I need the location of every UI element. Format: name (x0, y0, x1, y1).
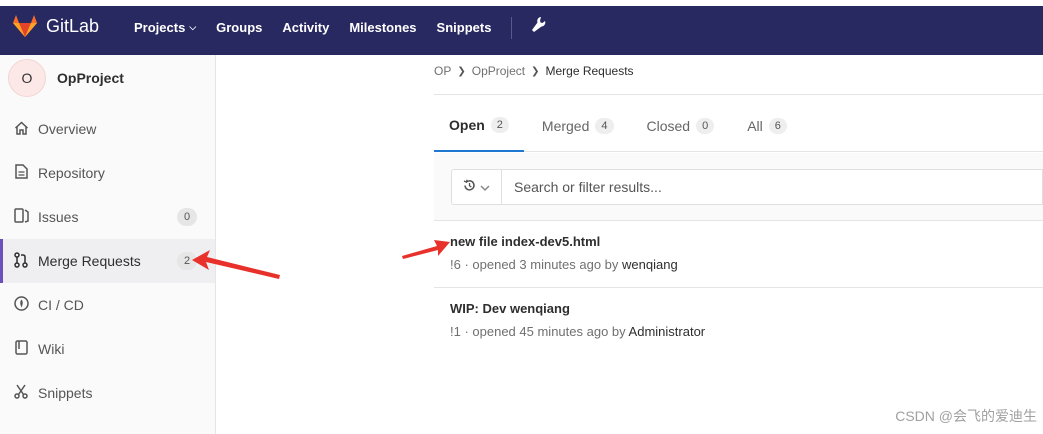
nav-divider (511, 16, 513, 39)
annotation-arrow-list (402, 240, 450, 259)
sidebar-item-snippets[interactable]: Snippets (0, 371, 215, 415)
breadcrumb-group[interactable]: OP (434, 64, 451, 78)
watermark: CSDN @会飞的爱迪生 (895, 408, 1037, 424)
merge-request-meta: !1 · opened 45 minutes ago by Administra… (450, 324, 706, 339)
document-icon (12, 164, 30, 182)
fox-logo-icon (13, 15, 37, 37)
merge-request-author[interactable]: Administrator (629, 324, 706, 339)
merge-request-title[interactable]: new file index-dev5.html (450, 234, 600, 249)
merge-request-author[interactable]: wenqiang (622, 257, 678, 272)
search-input[interactable] (502, 171, 1022, 203)
chevron-right-icon: ❯ (531, 65, 540, 77)
chevron-down-icon: ⌵ (189, 22, 197, 32)
merge-request-ref: !1 (450, 324, 461, 339)
brand-name: GitLab (46, 15, 100, 36)
sidebar-item-merge-requests[interactable]: Merge Requests 2 (0, 239, 215, 283)
tab-count-badge: 2 (490, 117, 509, 133)
issues-icon (12, 208, 30, 226)
project-header[interactable]: O OpProject (8, 59, 124, 97)
nav-milestones[interactable]: Milestones (349, 20, 416, 35)
list-item: WIP: Dev wenqiang !1 · opened 45 minutes… (434, 289, 1043, 355)
sidebar-item-label: Merge Requests (38, 253, 141, 269)
nav-projects[interactable]: Projects ⌵ (134, 20, 196, 35)
sidebar-item-label: Wiki (38, 341, 65, 357)
chevron-right-icon: ❯ (457, 65, 466, 77)
top-navbar: GitLab Projects ⌵ Groups Activity Milest… (0, 0, 1043, 55)
sidebar-item-ci-cd[interactable]: CI / CD (0, 283, 215, 327)
sidebar-item-label: Issues (38, 209, 79, 225)
book-icon (12, 340, 30, 358)
tab-all[interactable]: All 6 (732, 100, 802, 152)
tab-open[interactable]: Open 2 (434, 100, 524, 152)
rocket-icon (12, 296, 30, 314)
sidebar-item-repository[interactable]: Repository (0, 151, 215, 195)
project-sidebar: O OpProject Overview Repository Issues 0… (0, 55, 216, 434)
sidebar-item-label: Snippets (38, 385, 93, 401)
tab-count-badge: 6 (768, 118, 787, 134)
sidebar-item-overview[interactable]: Overview (0, 107, 215, 151)
wrench-icon[interactable] (530, 16, 546, 39)
nav-activity[interactable]: Activity (282, 20, 329, 35)
nav-groups[interactable]: Groups (216, 20, 262, 35)
recent-searches-button[interactable] (452, 170, 502, 204)
history-icon (463, 179, 476, 195)
issues-count-badge: 0 (177, 208, 197, 226)
chevron-down-icon (480, 180, 490, 195)
tab-count-badge: 4 (595, 118, 614, 134)
filter-box (451, 169, 1043, 205)
tab-closed[interactable]: Closed 0 (632, 100, 730, 152)
nav-menu: Projects ⌵ Groups Activity Milestones Sn… (134, 6, 546, 49)
annotation-arrow-sidebar (192, 250, 280, 279)
sidebar-item-wiki[interactable]: Wiki (0, 327, 215, 371)
merge-request-title[interactable]: WIP: Dev wenqiang (450, 301, 570, 316)
breadcrumb-project[interactable]: OpProject (472, 64, 525, 78)
merge-request-state-tabs: Open 2 Merged 4 Closed 0 All 6 (434, 100, 1043, 152)
sidebar-item-label: CI / CD (38, 297, 84, 313)
tab-merged[interactable]: Merged 4 (527, 100, 629, 152)
sidebar-item-label: Overview (38, 121, 97, 137)
filter-bar (434, 153, 1043, 221)
avatar: O (8, 59, 46, 97)
breadcrumb-current[interactable]: Merge Requests (545, 64, 633, 78)
scissors-icon (12, 384, 30, 402)
gitlab-logo[interactable]: GitLab (12, 14, 99, 38)
merge-request-meta: !6 · opened 3 minutes ago by wenqiang (450, 257, 678, 272)
sidebar-item-issues[interactable]: Issues 0 (0, 195, 215, 239)
nav-snippets[interactable]: Snippets (437, 20, 492, 35)
project-name: OpProject (57, 70, 124, 86)
merge-request-icon (12, 251, 30, 271)
home-icon (12, 120, 30, 138)
breadcrumb: OP ❯ OpProject ❯ Merge Requests (434, 64, 634, 78)
tab-count-badge: 0 (696, 118, 715, 134)
list-item: new file index-dev5.html !6 · opened 3 m… (434, 222, 1043, 288)
sidebar-item-label: Repository (38, 165, 105, 181)
breadcrumb-divider (434, 94, 1043, 95)
